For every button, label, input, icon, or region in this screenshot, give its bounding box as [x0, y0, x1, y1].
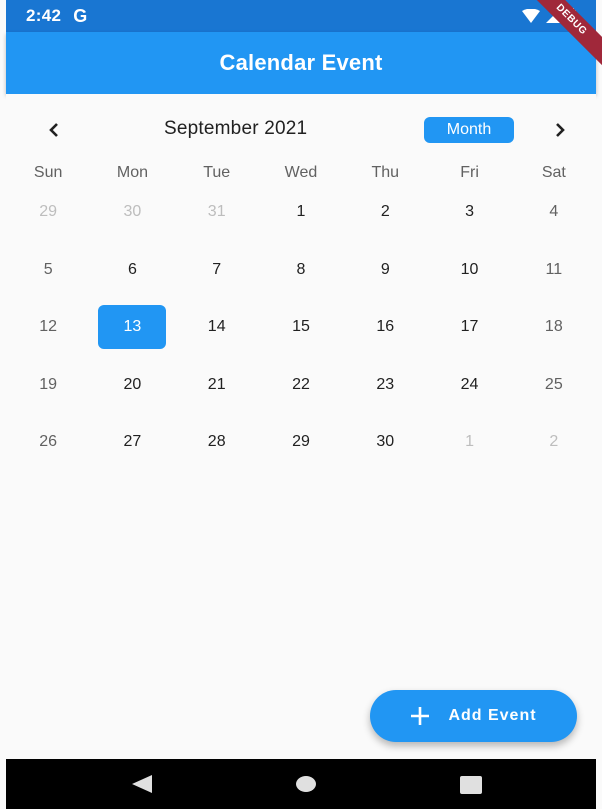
calendar-week: 12 13 14 15 16 17 18 — [6, 305, 596, 363]
chevron-left-icon — [49, 123, 58, 137]
calendar-day[interactable]: 17 — [427, 305, 511, 349]
recents-square-icon[interactable] — [460, 776, 482, 794]
chevron-right-icon — [556, 123, 565, 137]
home-circle-icon[interactable] — [296, 776, 316, 792]
calendar-day[interactable]: 27 — [90, 420, 174, 464]
calendar-day[interactable]: 10 — [427, 248, 511, 292]
weekday-label: Sun — [33, 164, 63, 181]
calendar-day[interactable]: 1 — [427, 420, 511, 464]
app-bar: Calendar Event — [6, 32, 596, 94]
app-screen: 2:42 G DEBUG Calendar Event September 20… — [0, 0, 602, 809]
weekday-label: Mon — [116, 164, 148, 181]
prev-month-button[interactable] — [40, 116, 68, 144]
calendar-day[interactable]: 18 — [512, 305, 596, 349]
calendar-week: 26 27 28 29 30 1 2 — [6, 420, 596, 478]
calendar-day[interactable]: 19 — [6, 363, 90, 407]
calendar-day[interactable]: 3 — [427, 190, 511, 234]
weekday-header-row: Sun Mon Tue Wed Thu Fri Sat — [6, 164, 596, 188]
add-event-label: Add Event — [448, 707, 537, 724]
calendar-day[interactable]: 29 — [259, 420, 343, 464]
weekday-label: Sat — [541, 164, 566, 181]
calendar-week: 5 6 7 8 9 10 11 — [6, 248, 596, 306]
month-title: September 2021 — [164, 118, 308, 139]
plus-icon — [411, 707, 430, 725]
calendar-grid: 29 30 31 1 2 3 4 5 6 7 8 9 10 11 12 13 1… — [6, 190, 596, 478]
calendar-day[interactable]: 29 — [6, 190, 90, 234]
system-nav-bar — [6, 759, 596, 809]
calendar-day[interactable]: 30 — [343, 420, 427, 464]
calendar-day[interactable]: 7 — [175, 248, 259, 292]
wifi-icon — [522, 9, 540, 23]
add-event-button[interactable]: Add Event — [370, 690, 577, 742]
calendar-day[interactable]: 2 — [343, 190, 427, 234]
calendar-week: 19 20 21 22 23 24 25 — [6, 363, 596, 421]
back-triangle-icon[interactable] — [130, 774, 154, 794]
calendar-day[interactable]: 15 — [259, 305, 343, 349]
calendar-day[interactable]: 14 — [175, 305, 259, 349]
status-bar: 2:42 G — [6, 0, 596, 32]
calendar-day[interactable]: 8 — [259, 248, 343, 292]
calendar-day[interactable]: 30 — [90, 190, 174, 234]
calendar-day[interactable]: 4 — [512, 190, 596, 234]
calendar-day[interactable]: 31 — [175, 190, 259, 234]
calendar-day[interactable]: 23 — [343, 363, 427, 407]
calendar-header: September 2021 Month — [6, 112, 596, 148]
weekday-label: Wed — [284, 164, 318, 181]
calendar-day[interactable]: 1 — [259, 190, 343, 234]
calendar-day[interactable]: 16 — [343, 305, 427, 349]
google-g-icon: G — [73, 5, 88, 26]
calendar-day[interactable]: 28 — [175, 420, 259, 464]
calendar-day[interactable]: 25 — [512, 363, 596, 407]
format-toggle-button[interactable]: Month — [424, 117, 514, 143]
calendar-day[interactable]: 22 — [259, 363, 343, 407]
calendar-day[interactable]: 9 — [343, 248, 427, 292]
calendar-day[interactable]: 20 — [90, 363, 174, 407]
weekday-label: Thu — [371, 164, 400, 181]
calendar-day[interactable]: 24 — [427, 363, 511, 407]
calendar-day[interactable]: 6 — [90, 248, 174, 292]
status-time: 2:42 — [26, 6, 62, 25]
calendar-day[interactable]: 21 — [175, 363, 259, 407]
page-title: Calendar Event — [219, 50, 383, 75]
calendar-day-selected[interactable]: 13 — [90, 305, 174, 349]
calendar-day[interactable]: 11 — [512, 248, 596, 292]
calendar-view: September 2021 Month Sun Mon Tue Wed Thu… — [6, 94, 596, 759]
selected-day-label: 13 — [98, 305, 167, 349]
calendar-day[interactable]: 26 — [6, 420, 90, 464]
next-month-button[interactable] — [546, 116, 574, 144]
calendar-day[interactable]: 12 — [6, 305, 90, 349]
calendar-day[interactable]: 2 — [512, 420, 596, 464]
weekday-label: Fri — [460, 164, 479, 181]
weekday-label: Tue — [203, 164, 231, 181]
calendar-week: 29 30 31 1 2 3 4 — [6, 190, 596, 248]
calendar-day[interactable]: 5 — [6, 248, 90, 292]
